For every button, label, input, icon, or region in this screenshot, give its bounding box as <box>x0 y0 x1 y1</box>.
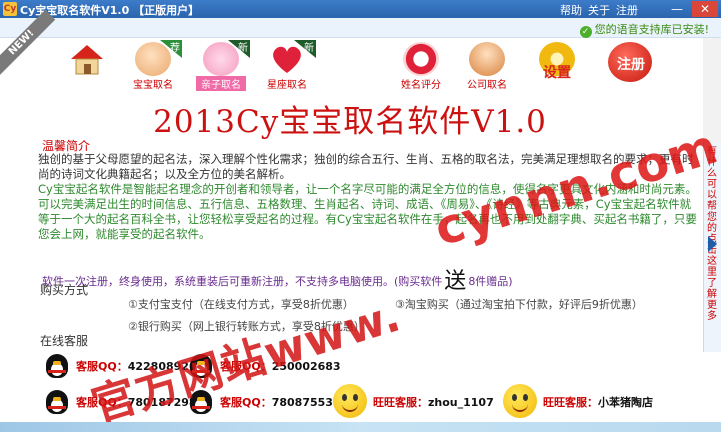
arrow-right-icon <box>708 236 717 252</box>
home-icon <box>69 42 105 76</box>
status-strip: ✓ 您的语音支持库已安装! <box>0 18 721 38</box>
voice-status-text: 您的语音支持库已安装! <box>594 23 709 36</box>
bottom-strip <box>0 422 721 432</box>
toolbar-home[interactable] <box>60 40 114 92</box>
toolbar-baby-naming[interactable]: 宝宝取名 荐 <box>126 40 182 92</box>
toolbar-label: 注册 <box>617 57 645 73</box>
qq-penguin-icon <box>46 390 68 414</box>
toolbar-settings[interactable]: 设置 <box>530 40 584 92</box>
wangwang-icon <box>503 384 537 418</box>
online-service-title: 在线客服 <box>40 334 89 348</box>
voice-status: ✓ 您的语音支持库已安装! <box>579 21 709 38</box>
contact-label: 客服QQ： <box>220 396 272 409</box>
toolbar-label: 宝宝取名 <box>133 80 173 91</box>
toolbar-label: 亲子取名 <box>196 76 246 91</box>
company-icon <box>469 42 505 76</box>
about-menu[interactable]: 关于 <box>588 2 610 18</box>
toolbar-zodiac-naming[interactable]: 星座取名 新 <box>260 40 316 92</box>
toolbar: 宝宝取名 荐 亲子取名 新 星座取名 新 姓名评分 公司取名 设置 注册 <box>0 38 700 94</box>
contact-label: 旺旺客服： <box>543 396 598 409</box>
contact-number: 780875537 <box>271 396 341 409</box>
minimize-button[interactable]: — <box>664 1 690 17</box>
toolbar-label: 姓名评分 <box>401 80 441 91</box>
toolbar-name-rating[interactable]: 姓名评分 <box>394 40 448 92</box>
register-menu[interactable]: 注册 <box>616 2 638 18</box>
toolbar-register[interactable]: 注册 <box>604 40 658 92</box>
title-bar: Cy Cy宝宝取名软件V1.0 【正版用户】 帮助 关于 注册 — ✕ <box>0 0 721 18</box>
contact-label: 旺旺客服： <box>373 396 428 409</box>
toolbar-label: 设置 <box>543 65 571 81</box>
family-icon <box>203 42 239 76</box>
help-menu[interactable]: 帮助 <box>560 2 582 18</box>
app-icon: Cy <box>3 2 17 16</box>
close-button[interactable]: ✕ <box>692 1 718 17</box>
contact-number: zhou_1107 <box>428 396 494 409</box>
check-icon: ✓ <box>579 26 592 38</box>
toolbar-family-naming[interactable]: 亲子取名 新 <box>194 40 250 92</box>
qq-penguin-icon <box>46 354 68 378</box>
heart-icon <box>269 42 305 76</box>
baby-icon <box>135 42 171 76</box>
page-title: 2013Cy宝宝取名软件V1.0 <box>153 104 547 140</box>
contact-number: 小苯猪陶店 <box>598 396 653 409</box>
toolbar-label: 星座取名 <box>267 80 307 91</box>
toolbar-label: 公司取名 <box>467 80 507 91</box>
rating-icon <box>403 42 439 76</box>
purchase-title: 购买方式 <box>40 283 89 297</box>
wangwang-icon <box>333 384 367 418</box>
toolbar-company-naming[interactable]: 公司取名 <box>460 40 514 92</box>
